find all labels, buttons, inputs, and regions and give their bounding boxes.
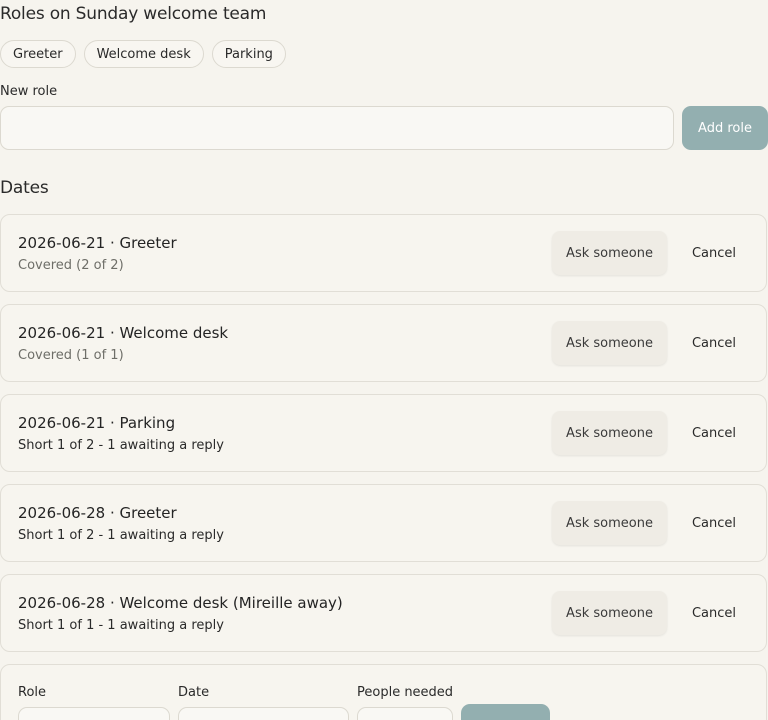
date-card-status: Short 1 of 2 - 1 awaiting a reply bbox=[18, 528, 224, 543]
ask-someone-button[interactable]: Ask someone bbox=[552, 411, 667, 455]
role-chip-list: Greeter Welcome desk Parking bbox=[0, 40, 286, 68]
cancel-button[interactable]: Cancel bbox=[677, 231, 751, 275]
roles-section-title: Roles on Sunday welcome team bbox=[0, 4, 267, 24]
role-chip-welcome-desk[interactable]: Welcome desk bbox=[83, 40, 204, 68]
new-role-input[interactable] bbox=[0, 106, 674, 150]
date-card-title: 2026-06-21 · Welcome desk bbox=[18, 324, 229, 342]
dates-section-title: Dates bbox=[0, 178, 49, 198]
add-date-button[interactable] bbox=[461, 704, 550, 720]
ask-someone-button[interactable]: Ask someone bbox=[552, 501, 667, 545]
role-label: Role bbox=[18, 685, 47, 700]
date-card: 2026-06-28 · Welcome desk (Mireille away… bbox=[0, 574, 767, 652]
date-card-status: Covered (1 of 1) bbox=[18, 348, 124, 363]
date-card-status: Short 1 of 1 - 1 awaiting a reply bbox=[18, 618, 224, 633]
ask-someone-button[interactable]: Ask someone bbox=[552, 591, 667, 635]
role-select[interactable] bbox=[18, 707, 170, 720]
role-chip-greeter[interactable]: Greeter bbox=[0, 40, 76, 68]
new-role-label: New role bbox=[0, 84, 58, 99]
role-chip-parking[interactable]: Parking bbox=[211, 40, 286, 68]
date-card: 2026-06-21 · Greeter Covered (2 of 2) As… bbox=[0, 214, 767, 292]
add-role-button[interactable]: Add role bbox=[682, 106, 768, 150]
date-card-title: 2026-06-21 · Parking bbox=[18, 414, 176, 432]
page: Roles on Sunday welcome team Greeter Wel… bbox=[0, 0, 768, 720]
cancel-button[interactable]: Cancel bbox=[677, 321, 751, 365]
people-needed-label: People needed bbox=[357, 685, 454, 700]
cancel-button[interactable]: Cancel bbox=[677, 501, 751, 545]
date-label: Date bbox=[178, 685, 210, 700]
date-card-title: 2026-06-28 · Greeter bbox=[18, 504, 177, 522]
date-card-title: 2026-06-28 · Welcome desk (Mireille away… bbox=[18, 594, 343, 612]
date-card: 2026-06-21 · Parking Short 1 of 2 - 1 aw… bbox=[0, 394, 767, 472]
date-card: 2026-06-28 · Greeter Short 1 of 2 - 1 aw… bbox=[0, 484, 767, 562]
date-input[interactable] bbox=[178, 707, 349, 720]
people-needed-input[interactable] bbox=[357, 707, 453, 720]
date-card-title: 2026-06-21 · Greeter bbox=[18, 234, 177, 252]
cancel-button[interactable]: Cancel bbox=[677, 411, 751, 455]
ask-someone-button[interactable]: Ask someone bbox=[552, 231, 667, 275]
add-date-form: Role Date People needed bbox=[0, 664, 767, 720]
ask-someone-button[interactable]: Ask someone bbox=[552, 321, 667, 365]
date-card-status: Covered (2 of 2) bbox=[18, 258, 124, 273]
date-card-status: Short 1 of 2 - 1 awaiting a reply bbox=[18, 438, 224, 453]
date-card: 2026-06-21 · Welcome desk Covered (1 of … bbox=[0, 304, 767, 382]
cancel-button[interactable]: Cancel bbox=[677, 591, 751, 635]
